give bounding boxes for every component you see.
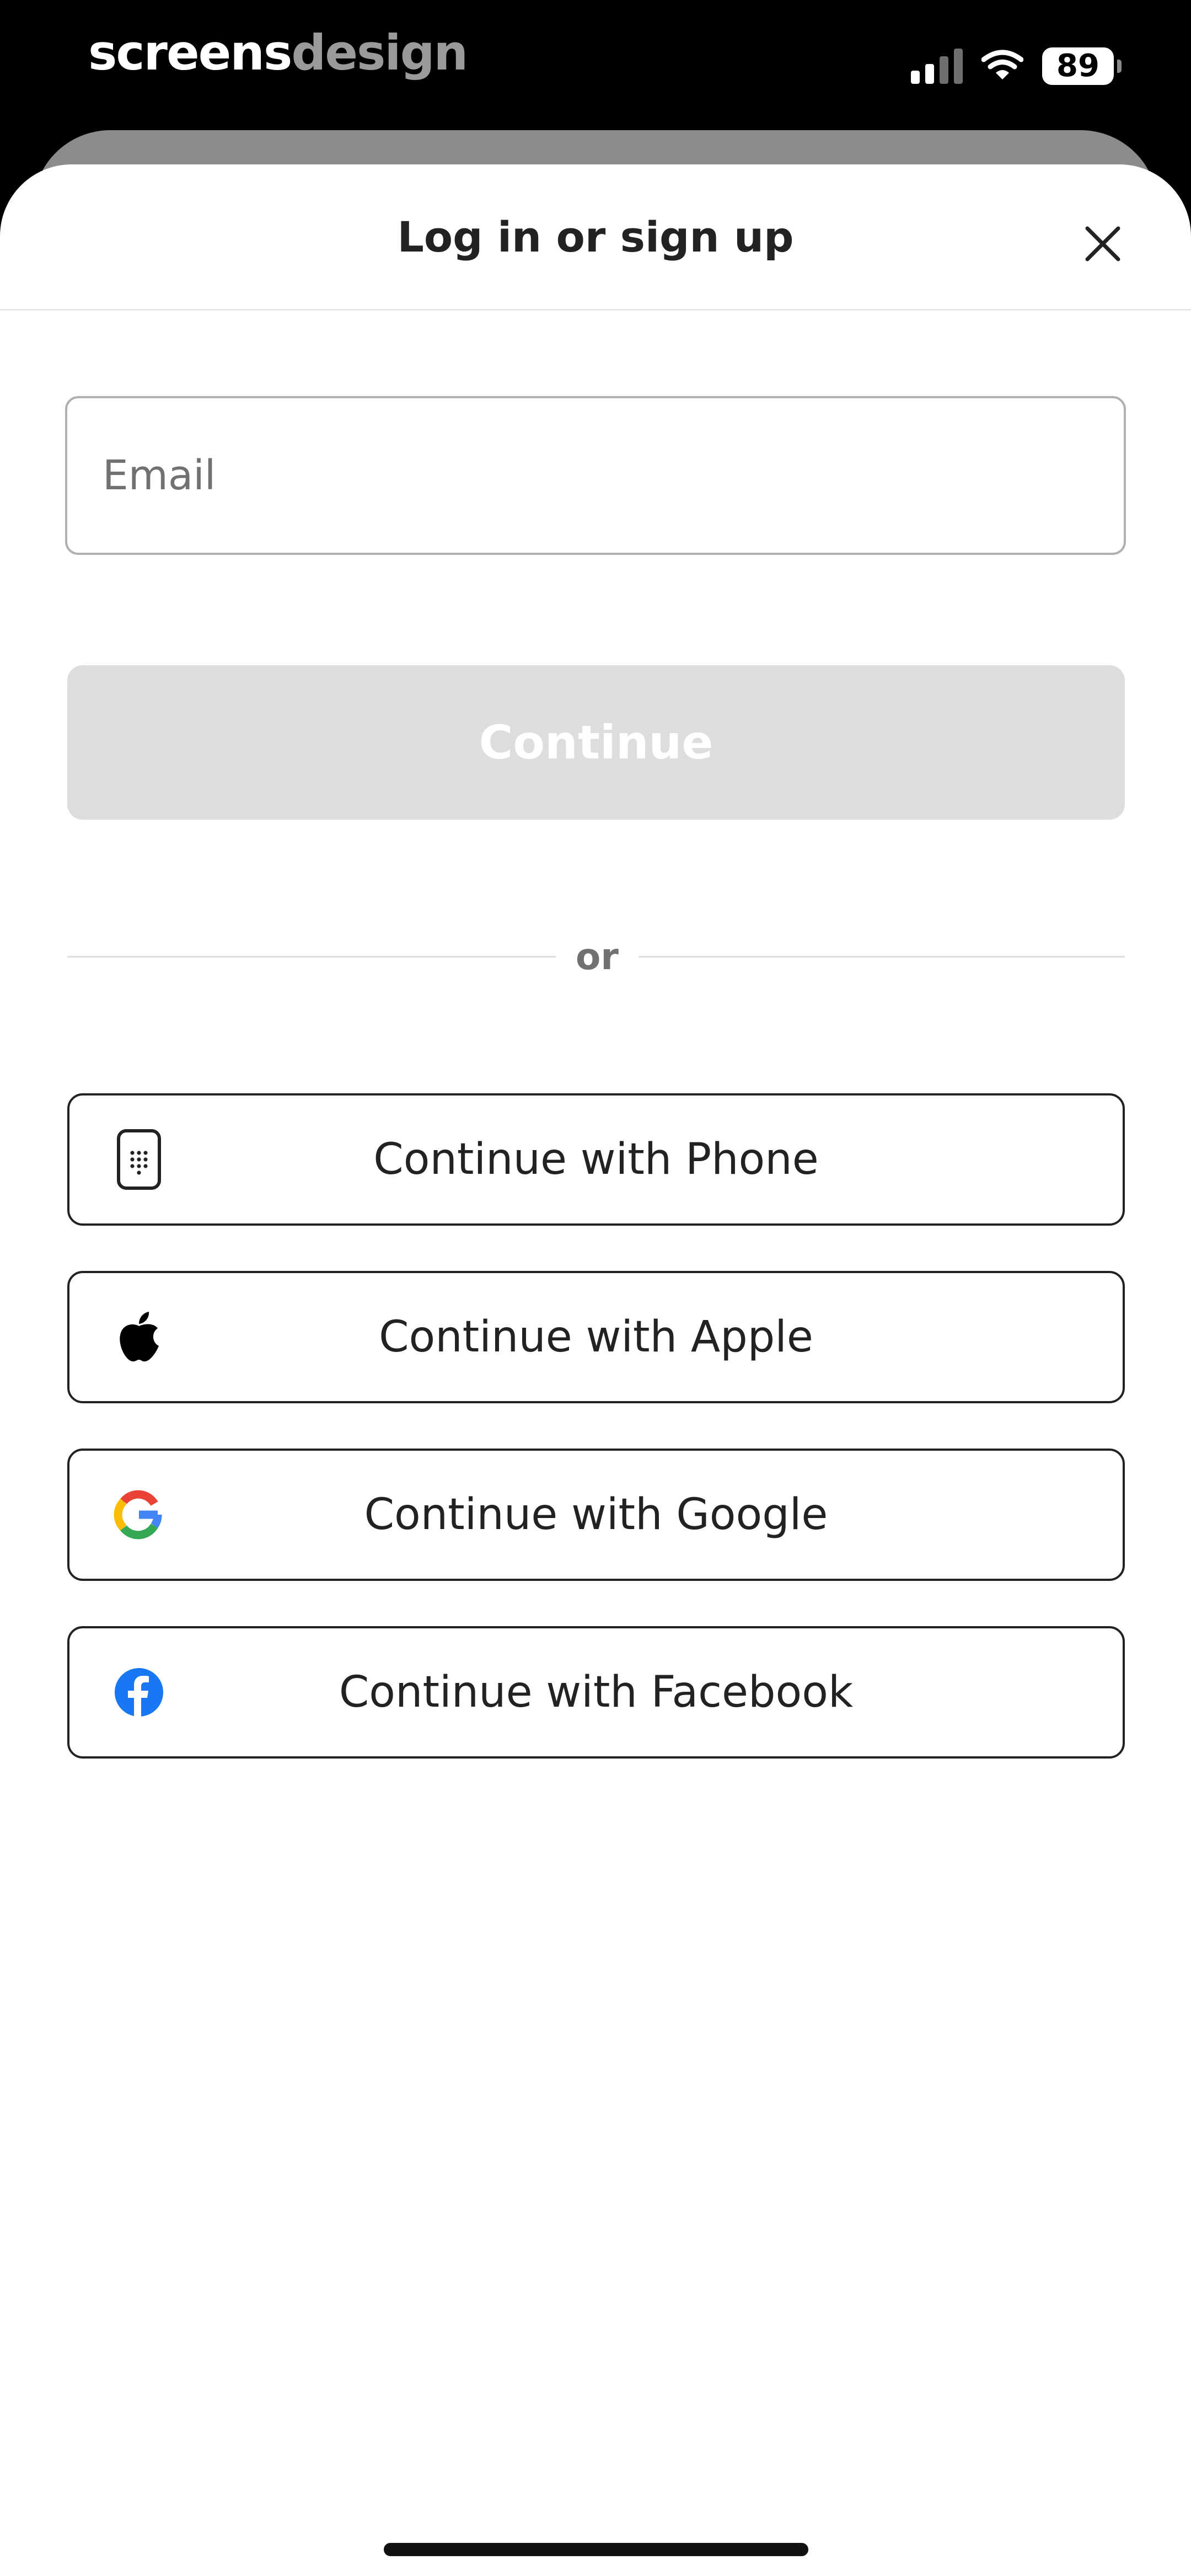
login-sheet: Log in or sign up Continue or Co	[0, 164, 1191, 2576]
battery-indicator: 89	[1042, 47, 1122, 85]
status-icons: 89	[911, 44, 1122, 88]
screensdesign-watermark: screensdesign	[88, 20, 468, 86]
watermark-part1: screens	[88, 24, 292, 81]
divider-line-left	[67, 956, 556, 958]
continue-button[interactable]: Continue	[67, 665, 1125, 820]
cellular-signal-icon	[911, 49, 963, 84]
divider-line-right	[639, 956, 1125, 958]
continue-with-facebook-button[interactable]: Continue with Facebook	[67, 1626, 1125, 1759]
continue-with-google-button[interactable]: Continue with Google	[67, 1449, 1125, 1581]
watermark-part2: design	[291, 24, 468, 81]
email-field[interactable]	[65, 396, 1126, 555]
continue-with-google-label: Continue with Google	[364, 1490, 828, 1540]
continue-with-phone-button[interactable]: Continue with Phone	[67, 1093, 1125, 1226]
email-input[interactable]	[103, 398, 1084, 553]
close-button[interactable]	[1075, 217, 1130, 272]
continue-with-apple-label: Continue with Apple	[379, 1312, 813, 1362]
wifi-icon	[981, 49, 1024, 84]
continue-with-apple-button[interactable]: Continue with Apple	[67, 1271, 1125, 1403]
sheet-header: Log in or sign up	[0, 164, 1191, 311]
page-title: Log in or sign up	[397, 212, 794, 261]
home-indicator	[384, 2543, 808, 2556]
divider-or-label: or	[576, 936, 619, 978]
close-icon	[1084, 225, 1122, 265]
continue-with-phone-label: Continue with Phone	[373, 1135, 819, 1184]
continue-with-facebook-label: Continue with Facebook	[339, 1668, 854, 1717]
status-bar: screensdesign 89	[0, 0, 1191, 127]
